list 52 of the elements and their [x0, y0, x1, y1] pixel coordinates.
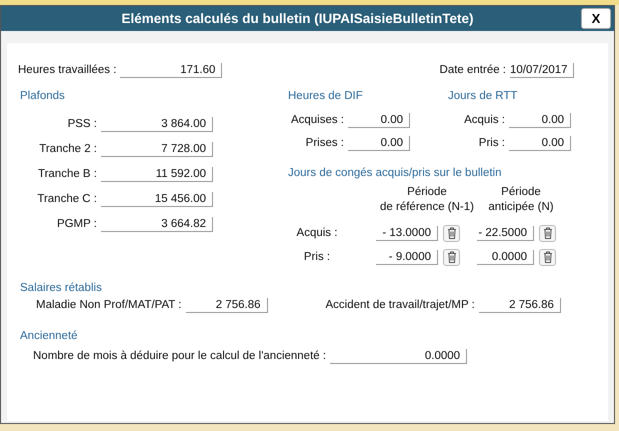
input-field[interactable]: 3 664.82: [101, 216, 213, 232]
field-label: Tranche 2 :: [38, 143, 97, 155]
input-field[interactable]: - 9.0000: [376, 250, 438, 264]
input-field[interactable]: 0.00: [509, 136, 571, 150]
window-title: Eléments calculés du bulletin (IUPAISaisieBulletinTete): [121, 11, 474, 26]
delete-button[interactable]: [443, 248, 460, 266]
field-label: Tranche B :: [36, 168, 97, 180]
input-field[interactable]: 0.0000: [477, 250, 534, 264]
field-label: Tranche C :: [36, 193, 97, 205]
input-field[interactable]: 0.00: [509, 112, 571, 128]
input-field[interactable]: 15 456.00: [101, 192, 213, 206]
delete-button[interactable]: [443, 224, 460, 242]
input-field[interactable]: 10/07/2017: [510, 62, 574, 78]
delete-button[interactable]: [539, 248, 556, 266]
input-field[interactable]: 2 756.86: [186, 298, 268, 312]
input-field[interactable]: 7 728.00: [101, 142, 213, 156]
trash-icon: [446, 227, 456, 239]
field-label: Pris :: [478, 137, 505, 149]
field-label: Accident de travail/trajet/MP :: [326, 299, 475, 311]
trash-icon: [542, 251, 552, 263]
input-field[interactable]: 0.00: [348, 112, 410, 128]
section-title: Ancienneté: [20, 330, 79, 342]
input-field[interactable]: 0.0000: [330, 348, 468, 364]
section-title: Heures de DIF: [288, 90, 364, 104]
input-field[interactable]: 3 864.00: [101, 116, 213, 132]
trash-icon: [542, 227, 552, 239]
column-header: Période de référence (N-1): [379, 185, 475, 215]
field-label: PGMP :: [56, 218, 97, 230]
field-label: Maladie Non Prof/MAT/PAT :: [36, 299, 182, 311]
field-label: Date entrée :: [440, 64, 506, 76]
field-label: Acquis :: [463, 114, 505, 126]
column-header: Période anticipée (N): [487, 185, 555, 215]
input-field[interactable]: - 13.0000: [376, 226, 438, 240]
input-field[interactable]: 2 756.86: [478, 298, 561, 312]
section-title: Salaires rétablis: [20, 282, 103, 294]
section-title: Jours de RTT: [448, 90, 518, 104]
section-title: Plafonds: [20, 90, 66, 104]
input-field[interactable]: - 22.5000: [477, 226, 534, 240]
input-field[interactable]: 0.00: [348, 136, 410, 150]
field-label: Acquises :: [290, 114, 344, 126]
input-field[interactable]: 171.60: [120, 62, 222, 78]
field-label: Heures travaillées :: [18, 64, 116, 76]
field-label: Nombre de mois à déduire pour le calcul de l'ancienneté :: [33, 350, 326, 362]
input-field[interactable]: 11 592.00: [101, 166, 213, 182]
trash-icon: [446, 251, 456, 263]
delete-button[interactable]: [539, 224, 556, 242]
section-title: Jours de congés acquis/pris sur le bulletin: [288, 167, 503, 179]
field-label: Acquis :: [296, 227, 338, 239]
close-button[interactable]: X: [581, 8, 611, 29]
field-label: PSS :: [66, 118, 97, 130]
field-label: Pris :: [302, 251, 332, 263]
field-label: Prises :: [304, 137, 344, 149]
